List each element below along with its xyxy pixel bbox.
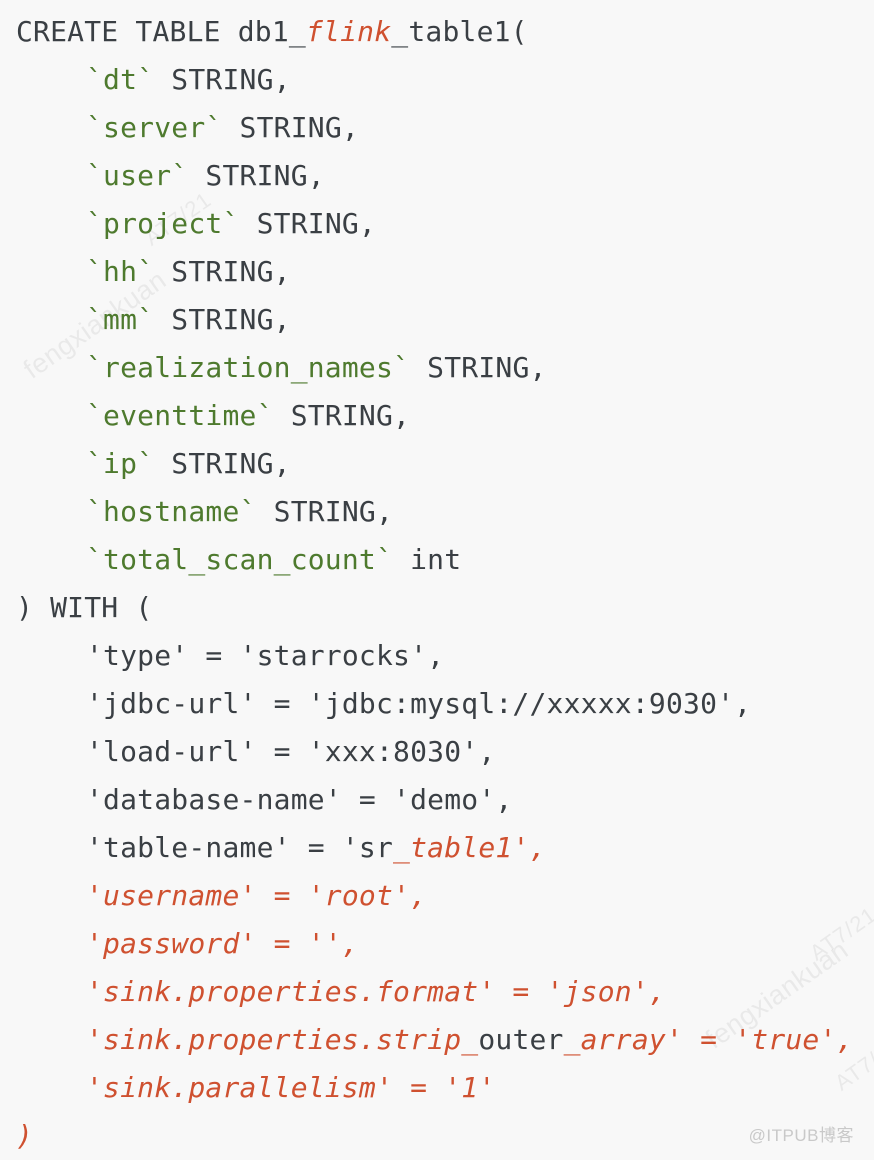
code-line: 'type' = 'starrocks', [0, 632, 874, 680]
code-line: ) WITH ( [0, 584, 874, 632]
code-token-ident: `total_scan_count` [86, 543, 394, 576]
code-token-plain: 'table-name' = 'sr [86, 831, 394, 864]
code-line: 'database-name' = 'demo', [0, 776, 874, 824]
code-token-plain: STRING, [154, 303, 291, 336]
code-token-accent: ) [16, 1119, 34, 1152]
code-token-plain: ) WITH ( [16, 591, 153, 624]
code-line: 'sink.properties.strip_outer_array' = 't… [0, 1016, 874, 1064]
code-line: `hh` STRING, [0, 248, 874, 296]
code-line: `mm` STRING, [0, 296, 874, 344]
code-snippet-surface: fengxiankuan AT7/21 fengxiankuan AT7/21 AT7/… [0, 0, 874, 1160]
site-watermark: @ITPUB博客 [748, 1126, 854, 1145]
code-line: `ip` STRING, [0, 440, 874, 488]
code-line: 'jdbc-url' = 'jdbc:mysql://xxxxx:9030', [0, 680, 874, 728]
code-line: `server` STRING, [0, 104, 874, 152]
code-token-accent: 'sink.parallelism' = '1' [86, 1071, 496, 1104]
code-line: 'sink.parallelism' = '1' [0, 1064, 874, 1112]
code-line: `hostname` STRING, [0, 488, 874, 536]
code-line: 'username' = 'root', [0, 872, 874, 920]
code-line: 'sink.properties.format' = 'json', [0, 968, 874, 1016]
code-token-accent: _table1', [393, 831, 547, 864]
code-token-accent: _array' = 'true', [563, 1023, 854, 1056]
code-token-ident: `realization_names` [86, 351, 411, 384]
code-token-accent: 'sink.properties.format' = 'json', [86, 975, 666, 1008]
code-token-ident: `ip` [86, 447, 155, 480]
code-token-plain: 'database-name' = 'demo', [86, 783, 513, 816]
code-token-accent: 'password' = '', [86, 927, 359, 960]
code-block[interactable]: CREATE TABLE db1_flink_table1(`dt` STRIN… [0, 0, 874, 1160]
code-line: ) [0, 1112, 874, 1160]
code-token-accent: 'sink.properties.strip_ [86, 1023, 479, 1056]
code-token-ident: `eventtime` [86, 399, 274, 432]
code-line: `user` STRING, [0, 152, 874, 200]
code-token-ident: `mm` [86, 303, 155, 336]
code-token-plain: _table1( [391, 15, 528, 48]
code-token-ident: `project` [86, 207, 240, 240]
code-token-plain: STRING, [256, 495, 394, 528]
code-token-plain: 'type' = 'starrocks', [86, 639, 445, 672]
code-line: 'password' = '', [0, 920, 874, 968]
code-token-plain: STRING, [154, 447, 291, 480]
code-token-plain: STRING, [273, 399, 411, 432]
code-token-plain: STRING, [222, 111, 359, 144]
code-line: `project` STRING, [0, 200, 874, 248]
code-token-ident: `dt` [86, 63, 155, 96]
code-line: 'table-name' = 'sr_table1', [0, 824, 874, 872]
code-line: 'load-url' = 'xxx:8030', [0, 728, 874, 776]
code-token-plain: STRING, [410, 351, 547, 384]
code-token-ident: `hh` [86, 255, 155, 288]
code-token-ident: `server` [86, 111, 223, 144]
code-line: `dt` STRING, [0, 56, 874, 104]
code-token-plain: 'jdbc-url' = 'jdbc:mysql://xxxxx:9030', [86, 687, 752, 720]
code-line: `total_scan_count` int [0, 536, 874, 584]
code-token-plain: int [393, 543, 462, 576]
code-token-plain: STRING, [154, 255, 291, 288]
code-line: CREATE TABLE db1_flink_table1( [0, 8, 874, 56]
code-token-plain: 'load-url' = 'xxx:8030', [86, 735, 496, 768]
code-token-ident: `user` [86, 159, 189, 192]
code-token-accent: 'username' = 'root', [86, 879, 428, 912]
code-token-accent: flink [305, 15, 392, 48]
code-token-plain: STRING, [239, 207, 376, 240]
code-line: `realization_names` STRING, [0, 344, 874, 392]
code-token-ident: `hostname` [86, 495, 257, 528]
code-token-plain: STRING, [188, 159, 325, 192]
code-token-plain: CREATE TABLE db1_ [16, 15, 306, 48]
code-token-plain: STRING, [154, 63, 291, 96]
code-line: `eventtime` STRING, [0, 392, 874, 440]
code-token-plain: outer [478, 1023, 564, 1056]
